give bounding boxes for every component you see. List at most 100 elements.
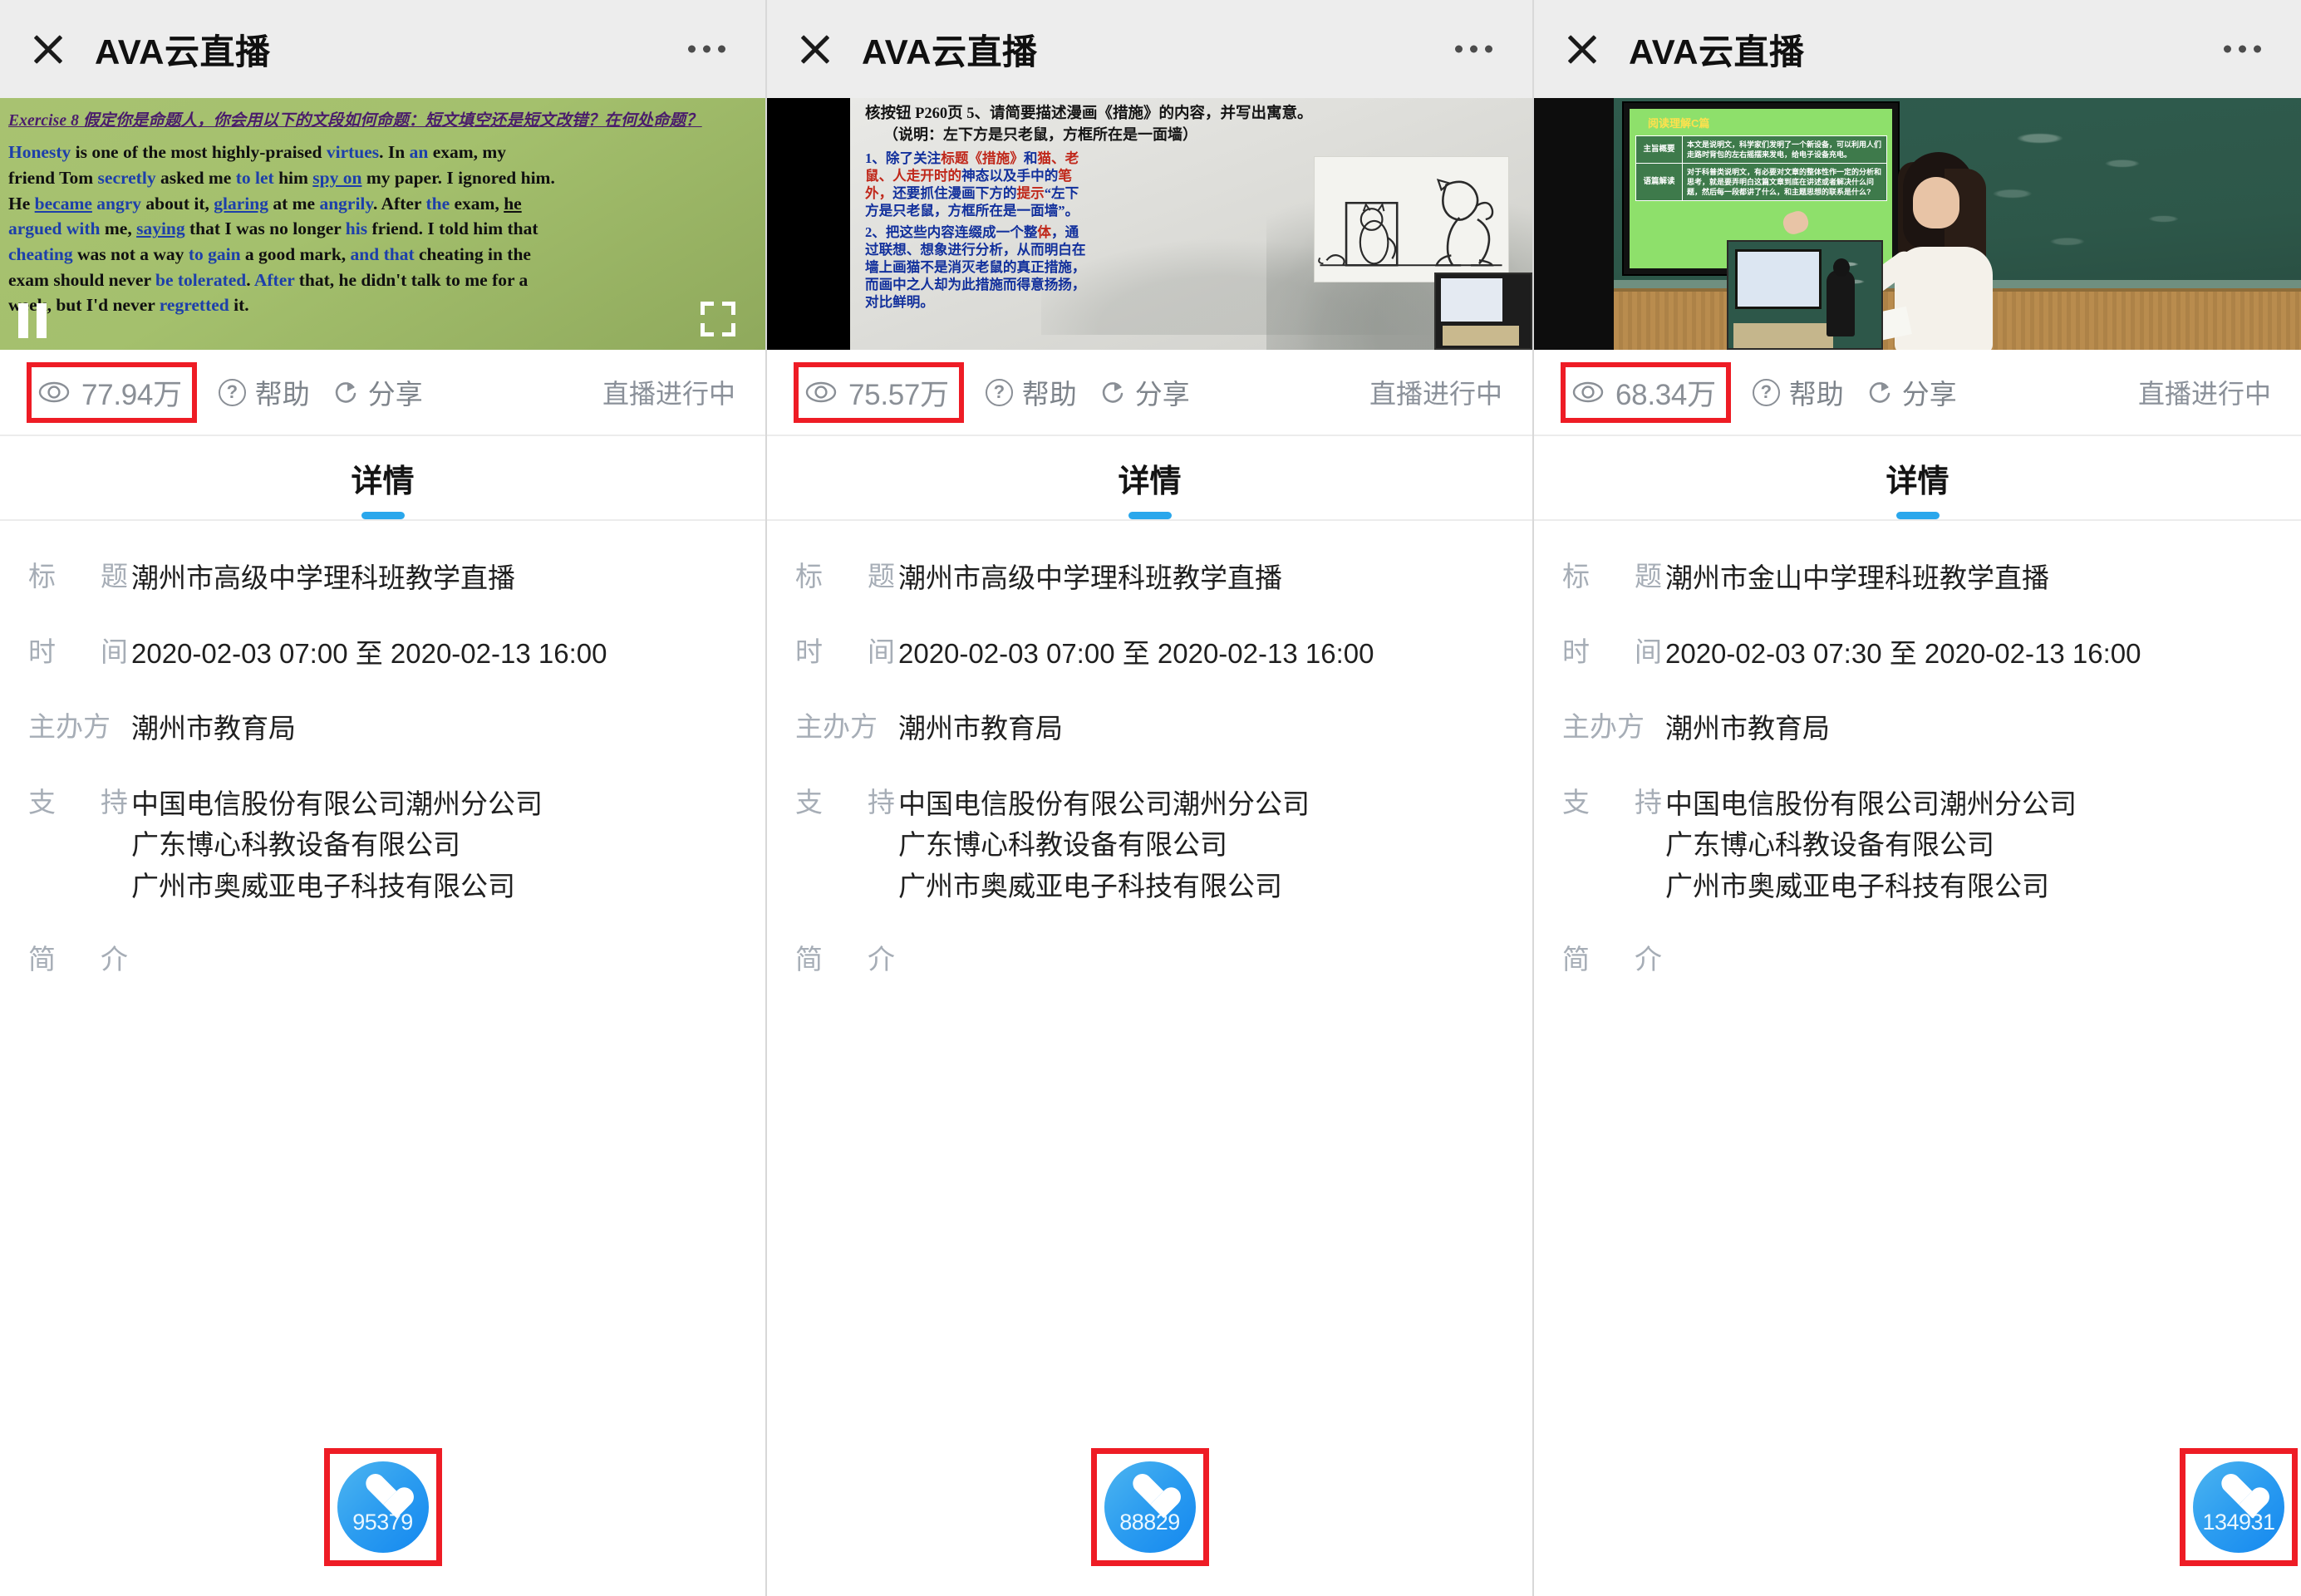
live-status: 直播进行中 bbox=[2137, 379, 2271, 409]
table-row: 语篇解读 对于科普类说明文，有必要对文章的整体性作一定的分析和思考，就是要弄明白… bbox=[1636, 164, 1886, 201]
table-row-value: 本文是说明文，科学家们发明了一个新设备，可以利用人们走路时背包的左右摇摆来发电，… bbox=[1683, 136, 1886, 164]
app-header-2: AVA云直播 bbox=[767, 0, 1532, 98]
tab-detail-3[interactable]: 详情 bbox=[1534, 435, 2301, 521]
share-label: 分享 bbox=[1901, 379, 1957, 410]
slide-points: 1、除了关注标题《措施》和猫、老鼠、人走开时的神态以及手中的笔外，还要抓住漫画下… bbox=[865, 150, 1089, 317]
info-row-organizer: 主办方 潮州市教育局 bbox=[28, 708, 737, 749]
info-row-support: 支持 中国电信股份有限公司潮州分公司 广东博心科教设备有限公司 广州市奥威亚电子… bbox=[28, 783, 737, 907]
help-button[interactable]: ? 帮助 bbox=[1752, 372, 1844, 412]
info-value-title: 潮州市高级中学理科班教学直播 bbox=[898, 562, 1282, 593]
question-mark-icon: ? bbox=[985, 378, 1013, 406]
like-area-1: 95379 bbox=[0, 1417, 765, 1596]
heart-icon bbox=[2220, 1475, 2257, 1508]
info-key-organizer: 主办方 bbox=[28, 711, 111, 742]
share-icon bbox=[332, 379, 359, 406]
like-area-2: 88829 bbox=[767, 1417, 1532, 1596]
close-icon[interactable] bbox=[1564, 31, 1600, 67]
live-panel-3: AVA云直播 阅读理解C篇 主旨概要 本文是说明文，科学家们发明了一个新设备，可… bbox=[1534, 0, 2301, 1596]
info-value-time: 2020-02-03 07:00 至 2020-02-13 16:00 bbox=[898, 637, 1374, 669]
fullscreen-icon[interactable] bbox=[701, 302, 735, 336]
share-button[interactable]: 分享 bbox=[1866, 372, 1957, 412]
pause-icon[interactable] bbox=[18, 303, 47, 338]
info-key-title: 标题 bbox=[1562, 561, 1662, 592]
share-button[interactable]: 分享 bbox=[1099, 372, 1190, 412]
like-highlight-box: 88829 bbox=[1090, 1447, 1209, 1566]
like-button[interactable]: 88829 bbox=[1104, 1461, 1196, 1553]
info-key-support: 支持 bbox=[28, 786, 128, 818]
video-player-3[interactable]: 阅读理解C篇 主旨概要 本文是说明文，科学家们发明了一个新设备，可以利用人们走路… bbox=[1534, 98, 2301, 350]
teacher-figure bbox=[1780, 140, 2023, 350]
video-player-1[interactable]: Exercise 8 假定你是命题人，你会用以下的文段如何命题：短文填空还是短文… bbox=[0, 98, 765, 350]
heart-icon bbox=[1132, 1475, 1168, 1508]
info-value-organizer: 潮州市教育局 bbox=[898, 713, 1063, 744]
projector-title: 阅读理解C篇 bbox=[1648, 117, 1710, 130]
eye-icon bbox=[38, 376, 70, 408]
slide-chinese-cartoon: 核按钮 P260页 5、请简要描述漫画《措施》的内容，并写出寓意。 （说明：左下… bbox=[850, 98, 1532, 350]
more-options-icon[interactable] bbox=[2224, 45, 2261, 53]
eye-icon bbox=[805, 376, 837, 408]
info-value-title: 潮州市金山中学理科班教学直播 bbox=[1665, 562, 2049, 593]
like-highlight-box: 134931 bbox=[2180, 1447, 2298, 1566]
info-value-support: 中国电信股份有限公司潮州分公司 广东博心科教设备有限公司 广州市奥威亚电子科技有… bbox=[1665, 788, 2077, 901]
classroom-scene: 阅读理解C篇 主旨概要 本文是说明文，科学家们发明了一个新设备，可以利用人们走路… bbox=[1534, 98, 2301, 350]
like-count: 88829 bbox=[1119, 1509, 1180, 1535]
table-row: 主旨概要 本文是说明文，科学家们发明了一个新设备，可以利用人们走路时背包的左右摇… bbox=[1636, 136, 1886, 165]
question-mark-icon: ? bbox=[218, 378, 246, 406]
slide-body: Honesty is one of the most highly-praise… bbox=[8, 142, 555, 316]
picture-in-picture-thumbnail[interactable] bbox=[1434, 273, 1532, 350]
close-icon[interactable] bbox=[797, 31, 833, 67]
info-key-intro: 简介 bbox=[1562, 944, 1662, 975]
tab-active-underline bbox=[1895, 512, 1940, 519]
info-row-organizer: 主办方 潮州市教育局 bbox=[1562, 708, 2273, 749]
info-row-intro: 简介 bbox=[28, 940, 737, 979]
info-value-time: 2020-02-03 07:30 至 2020-02-13 16:00 bbox=[1665, 637, 2141, 669]
slide-english-exercise: Exercise 8 假定你是命题人，你会用以下的文段如何命题：短文填空还是短文… bbox=[0, 98, 765, 350]
info-row-time: 时间 2020-02-03 07:30 至 2020-02-13 16:00 bbox=[1562, 633, 2273, 675]
video-player-2[interactable]: 核按钮 P260页 5、请简要描述漫画《措施》的内容，并写出寓意。 （说明：左下… bbox=[767, 98, 1532, 350]
info-key-time: 时间 bbox=[28, 636, 128, 667]
slide-point-1: 1、除了关注标题《措施》和猫、老鼠、人走开时的神态以及手中的笔外，还要抓住漫画下… bbox=[865, 150, 1079, 219]
three-panel-screenshot: AVA云直播 Exercise 8 假定你是命题人，你会用以下的文段如何命题：短… bbox=[0, 0, 2301, 1596]
like-button[interactable]: 95379 bbox=[337, 1461, 429, 1553]
more-options-icon[interactable] bbox=[1455, 45, 1492, 53]
help-label: 帮助 bbox=[254, 379, 310, 410]
info-row-time: 时间 2020-02-03 07:00 至 2020-02-13 16:00 bbox=[28, 633, 737, 675]
app-header-3: AVA云直播 bbox=[1534, 0, 2301, 98]
cartoon-image bbox=[1314, 156, 1509, 282]
projector-table: 主旨概要 本文是说明文，科学家们发明了一个新设备，可以利用人们走路时背包的左右摇… bbox=[1635, 135, 1887, 202]
tab-label: 详情 bbox=[351, 464, 415, 499]
info-row-time: 时间 2020-02-03 07:00 至 2020-02-13 16:00 bbox=[795, 633, 1504, 675]
like-highlight-box: 95379 bbox=[323, 1447, 442, 1566]
info-key-title: 标题 bbox=[795, 561, 895, 592]
table-row-key: 主旨概要 bbox=[1636, 136, 1683, 164]
viewer-count: 75.57万 bbox=[848, 378, 949, 411]
info-row-intro: 简介 bbox=[795, 940, 1504, 979]
info-row-support: 支持 中国电信股份有限公司潮州分公司 广东博心科教设备有限公司 广州市奥威亚电子… bbox=[795, 783, 1504, 907]
help-label: 帮助 bbox=[1021, 379, 1077, 410]
tab-active-underline bbox=[1128, 512, 1172, 519]
share-button[interactable]: 分享 bbox=[332, 372, 423, 412]
info-row-organizer: 主办方 潮州市教育局 bbox=[795, 708, 1504, 749]
tab-label: 详情 bbox=[1886, 464, 1949, 499]
help-label: 帮助 bbox=[1788, 379, 1844, 410]
picture-in-picture-thumbnail[interactable] bbox=[1727, 240, 1883, 350]
stats-bar-2: 75.57万 ? 帮助 分享 直播进行中 bbox=[767, 350, 1532, 435]
viewer-count-group: 68.34万 bbox=[1561, 361, 1731, 423]
help-button[interactable]: ? 帮助 bbox=[985, 372, 1077, 412]
info-key-time: 时间 bbox=[1562, 636, 1662, 667]
more-options-icon[interactable] bbox=[688, 45, 725, 53]
info-row-title: 标题 潮州市高级中学理科班教学直播 bbox=[795, 557, 1504, 599]
tab-detail-1[interactable]: 详情 bbox=[0, 435, 765, 521]
app-title: AVA云直播 bbox=[95, 32, 271, 71]
help-button[interactable]: ? 帮助 bbox=[218, 372, 310, 412]
close-icon[interactable] bbox=[30, 31, 66, 67]
app-title: AVA云直播 bbox=[1629, 32, 1805, 71]
like-button[interactable]: 134931 bbox=[2193, 1461, 2284, 1553]
info-row-support: 支持 中国电信股份有限公司潮州分公司 广东博心科教设备有限公司 广州市奥威亚电子… bbox=[1562, 783, 2273, 907]
share-icon bbox=[1866, 379, 1893, 406]
tab-detail-2[interactable]: 详情 bbox=[767, 435, 1532, 521]
slide-question-1: 核按钮 P260页 5、请简要描述漫画《措施》的内容，并写出寓意。 bbox=[865, 106, 1313, 122]
live-panel-1: AVA云直播 Exercise 8 假定你是命题人，你会用以下的文段如何命题：短… bbox=[0, 0, 767, 1596]
share-icon bbox=[1099, 379, 1126, 406]
viewer-count-group: 77.94万 bbox=[27, 361, 197, 423]
